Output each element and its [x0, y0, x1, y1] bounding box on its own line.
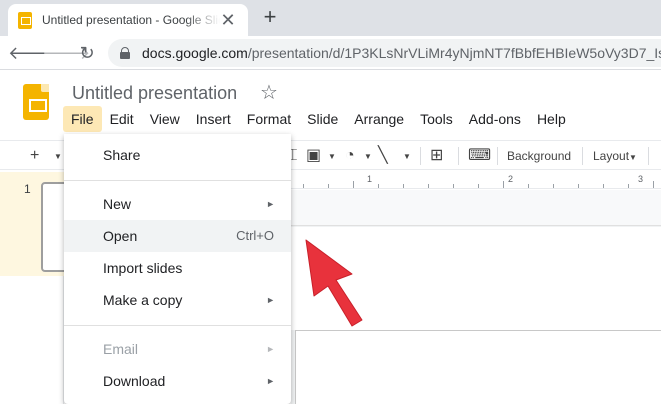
new-tab-button[interactable]: +: [258, 6, 282, 30]
menu-tools[interactable]: Tools: [412, 106, 461, 132]
file-menu-open[interactable]: Open Ctrl+O: [64, 220, 291, 252]
comment-icon[interactable]: ⊞: [430, 145, 443, 167]
star-icon[interactable]: ☆: [260, 82, 278, 104]
file-menu-new[interactable]: New ►: [64, 188, 291, 220]
file-menu-dropdown: Share New ► Open Ctrl+O Import slides Ma…: [64, 134, 291, 404]
menu-divider: [64, 325, 291, 326]
submenu-arrow-icon: ►: [266, 295, 275, 305]
slide-number: 1: [24, 182, 31, 196]
new-slide-chevron-down-icon[interactable]: ▼: [54, 146, 62, 168]
file-menu-download[interactable]: Download ►: [64, 365, 291, 397]
reload-icon[interactable]: ↻: [75, 41, 99, 65]
tab-title: Untitled presentation - Google Slides: [42, 13, 220, 27]
toolbar-divider: [458, 147, 459, 165]
image-chevron-down-icon[interactable]: ▼: [328, 146, 336, 168]
menu-view[interactable]: View: [142, 106, 188, 132]
menu-format[interactable]: Format: [239, 106, 299, 132]
keyboard-icon[interactable]: ⌨: [468, 145, 491, 167]
file-menu-make-a-copy[interactable]: Make a copy ►: [64, 284, 291, 316]
browser-tab-strip: Untitled presentation - Google Slides ✕ …: [0, 0, 661, 36]
line-chevron-down-icon[interactable]: ▼: [403, 146, 411, 168]
menu-edit[interactable]: Edit: [102, 106, 142, 132]
ruler-label: 1: [367, 174, 373, 184]
canvas-top-strip: [291, 190, 661, 226]
menu-slide[interactable]: Slide: [299, 106, 346, 132]
toolbar-divider: [497, 147, 498, 165]
lock-icon: [120, 47, 130, 59]
submenu-arrow-icon: ►: [266, 376, 275, 386]
file-menu-share[interactable]: Share: [64, 139, 291, 171]
submenu-arrow-icon: ►: [266, 344, 275, 354]
menu-divider: [64, 180, 291, 181]
shape-chevron-down-icon[interactable]: ▼: [364, 146, 372, 168]
slide-canvas[interactable]: [295, 330, 661, 404]
back-arrow-icon[interactable]: 🡐: [8, 41, 56, 65]
document-title[interactable]: Untitled presentation: [72, 83, 237, 104]
annotation-arrow-icon: [305, 239, 363, 327]
layout-label: Layout: [593, 149, 630, 163]
layout-button[interactable]: Layout▼: [593, 145, 637, 167]
browser-navbar: 🡐 🡒 ↻ docs.google.com/presentation/d/1P3…: [0, 36, 661, 70]
ruler-label: 2: [508, 174, 514, 184]
image-icon[interactable]: ▣: [306, 145, 321, 167]
horizontal-ruler[interactable]: 1 2 3: [291, 172, 661, 189]
submenu-arrow-icon: ►: [266, 199, 275, 209]
menu-help[interactable]: Help: [529, 106, 574, 132]
menu-file[interactable]: File: [63, 106, 102, 132]
background-button[interactable]: Background: [507, 145, 571, 167]
forward-arrow-icon[interactable]: 🡒: [42, 41, 90, 65]
layout-chevron-down-icon: ▼: [629, 153, 637, 162]
toolbar-divider: [420, 147, 421, 165]
toolbar-divider: [582, 147, 583, 165]
ruler-label: 3: [638, 174, 644, 184]
open-shortcut: Ctrl+O: [236, 228, 274, 243]
menu-add-ons[interactable]: Add-ons: [461, 106, 529, 132]
browser-tab[interactable]: Untitled presentation - Google Slides ✕: [8, 4, 248, 36]
slides-favicon-icon: [18, 11, 32, 29]
address-bar[interactable]: docs.google.com/presentation/d/1P3KLsNrV…: [108, 39, 661, 67]
url-text: docs.google.com/presentation/d/1P3KLsNrV…: [142, 45, 661, 61]
toolbar-divider: [648, 147, 649, 165]
menu-bar: File Edit View Insert Format Slide Arran…: [63, 106, 574, 132]
file-menu-email[interactable]: Email ►: [64, 333, 291, 365]
new-slide-plus-icon[interactable]: +: [30, 145, 39, 167]
menu-insert[interactable]: Insert: [188, 106, 239, 132]
shape-icon[interactable]: ◔: [345, 145, 355, 167]
file-menu-import-slides[interactable]: Import slides: [64, 252, 291, 284]
slide-filmstrip: 1: [0, 172, 81, 404]
menu-arrange[interactable]: Arrange: [346, 106, 412, 132]
close-icon[interactable]: ✕: [218, 10, 238, 30]
slides-logo-icon[interactable]: [23, 84, 49, 120]
line-icon[interactable]: ╲: [378, 145, 388, 167]
